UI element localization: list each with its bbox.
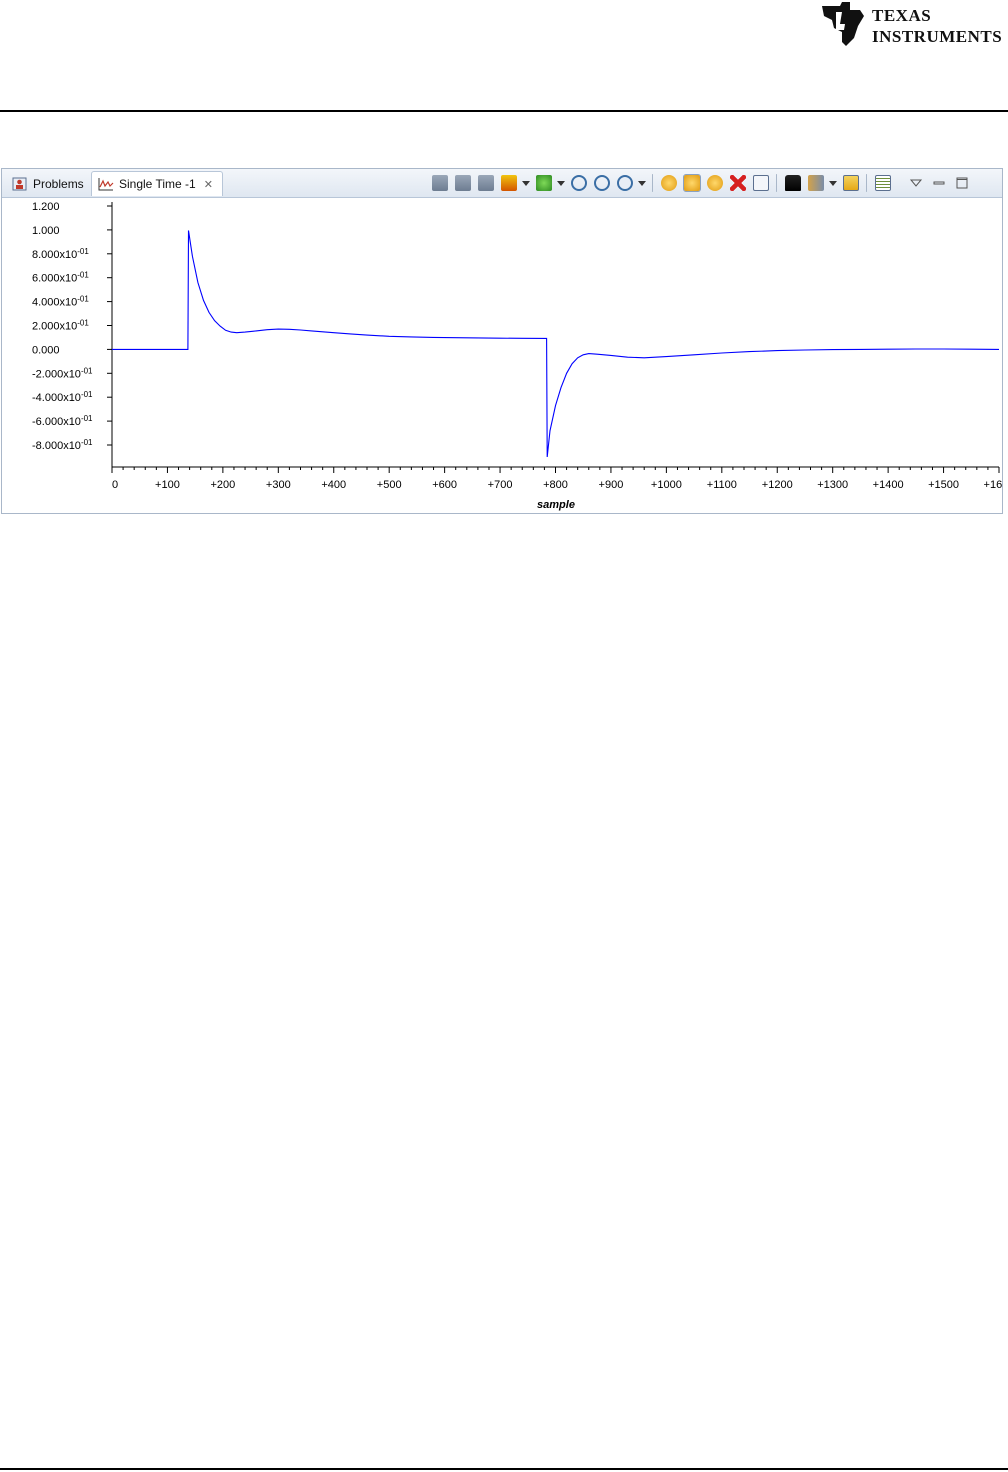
close-icon[interactable]: ✕: [204, 178, 213, 191]
align-right-icon[interactable]: [477, 175, 494, 191]
y-tick-label: -6.000x10-01: [32, 414, 93, 428]
x-tick-label: +1200: [762, 479, 793, 491]
marker-icon[interactable]: [500, 175, 517, 191]
y-tick-label: 0.000: [32, 344, 60, 356]
add-measurement-icon[interactable]: [535, 175, 552, 191]
series-layer: [112, 230, 1000, 458]
x-tick-label: +200: [210, 479, 235, 491]
x-tick-label: 0: [112, 479, 118, 491]
toolbar-separator: [652, 174, 653, 192]
time-domain-plot[interactable]: 1.200 1.000 8.000x10-01 6.000x10-01 4.000x10…: [2, 198, 1002, 513]
x-tick-label: +800: [543, 479, 568, 491]
synchronize-icon[interactable]: [706, 175, 723, 191]
tab-single-time-label: Single Time -1: [119, 177, 196, 191]
graph-icon: [98, 178, 114, 191]
y-tick-label: 2.000x10-01: [32, 319, 89, 333]
zoom-out-icon[interactable]: [593, 175, 610, 191]
export-icon[interactable]: [752, 175, 769, 191]
logo-line2: INSTRUMENTS: [872, 27, 1003, 46]
problems-icon: [12, 177, 27, 190]
y-tick-label: 4.000x10-01: [32, 295, 89, 309]
x-tick-label: +1300: [817, 479, 848, 491]
y-tick-label: -2.000x10-01: [32, 366, 93, 380]
maximize-icon[interactable]: [954, 175, 970, 191]
save-image-icon[interactable]: [842, 175, 859, 191]
align-left-icon[interactable]: [431, 175, 448, 191]
view-toolbar: [428, 173, 974, 193]
y-tick-label: -8.000x10-01: [32, 438, 93, 452]
tab-problems-label: Problems: [33, 176, 84, 191]
ti-logo-icon: [822, 2, 864, 46]
display-properties-dropdown[interactable]: [829, 175, 837, 191]
y-axis: 1.200 1.000 8.000x10-01 6.000x10-01 4.000x10…: [32, 201, 113, 467]
toolbar-separator: [866, 174, 867, 192]
header-rule: [0, 110, 1008, 112]
x-tick-label: +400: [321, 479, 346, 491]
y-tick-label: -4.000x10-01: [32, 390, 93, 404]
x-tick-label: +1600: [984, 479, 1002, 491]
refresh-icon[interactable]: [660, 175, 677, 191]
x-tick-label: +1400: [873, 479, 904, 491]
view-menu-icon[interactable]: [908, 175, 924, 191]
toolbar-separator: [776, 174, 777, 192]
x-tick-label: +300: [266, 479, 291, 491]
zoom-dropdown[interactable]: [638, 175, 646, 191]
continuous-refresh-icon[interactable]: [682, 174, 701, 192]
x-tick-label: +1100: [707, 479, 737, 491]
y-tick-label: 1.000: [32, 225, 60, 237]
remove-icon[interactable]: [729, 175, 746, 191]
y-tick-label: 1.200: [32, 201, 60, 213]
x-tick-label: +100: [155, 479, 180, 491]
tab-problems[interactable]: Problems: [6, 171, 92, 196]
measurement-dropdown[interactable]: [557, 175, 565, 191]
find-icon[interactable]: [784, 175, 801, 191]
tab-single-time[interactable]: Single Time -1 ✕: [91, 171, 223, 196]
x-tick-label: +700: [488, 479, 513, 491]
texas-instruments-logo: TEXAS INSTRUMENTS: [820, 0, 1008, 52]
x-tick-label: +1000: [651, 479, 682, 491]
y-tick-label: 8.000x10-01: [32, 247, 89, 261]
x-tick-label: +1500: [928, 479, 959, 491]
graph-view: Problems Single Time -1 ✕ 1.200 1.000 8.…: [1, 168, 1003, 514]
x-axis-label: sample: [537, 499, 575, 511]
minimize-icon[interactable]: [931, 175, 947, 191]
logo-line1: TEXAS: [872, 6, 932, 25]
x-axis: 0 +100 +200 +300 +400 +500 +600 +700 +800 +900 +10…: [111, 466, 1002, 491]
footer-rule: [0, 1468, 1008, 1470]
tab-bar: Problems Single Time -1 ✕: [2, 169, 1002, 198]
x-tick-label: +900: [599, 479, 624, 491]
marker-dropdown[interactable]: [522, 175, 530, 191]
zoom-in-icon[interactable]: [570, 175, 587, 191]
display-properties-icon[interactable]: [807, 175, 824, 191]
y-tick-label: 6.000x10-01: [32, 271, 89, 285]
show-properties-icon[interactable]: [874, 175, 891, 191]
x-tick-label: +500: [377, 479, 402, 491]
align-center-icon[interactable]: [454, 175, 471, 191]
x-tick-label: +600: [432, 479, 457, 491]
series-line: [112, 230, 1000, 458]
zoom-fit-icon[interactable]: [616, 175, 633, 191]
